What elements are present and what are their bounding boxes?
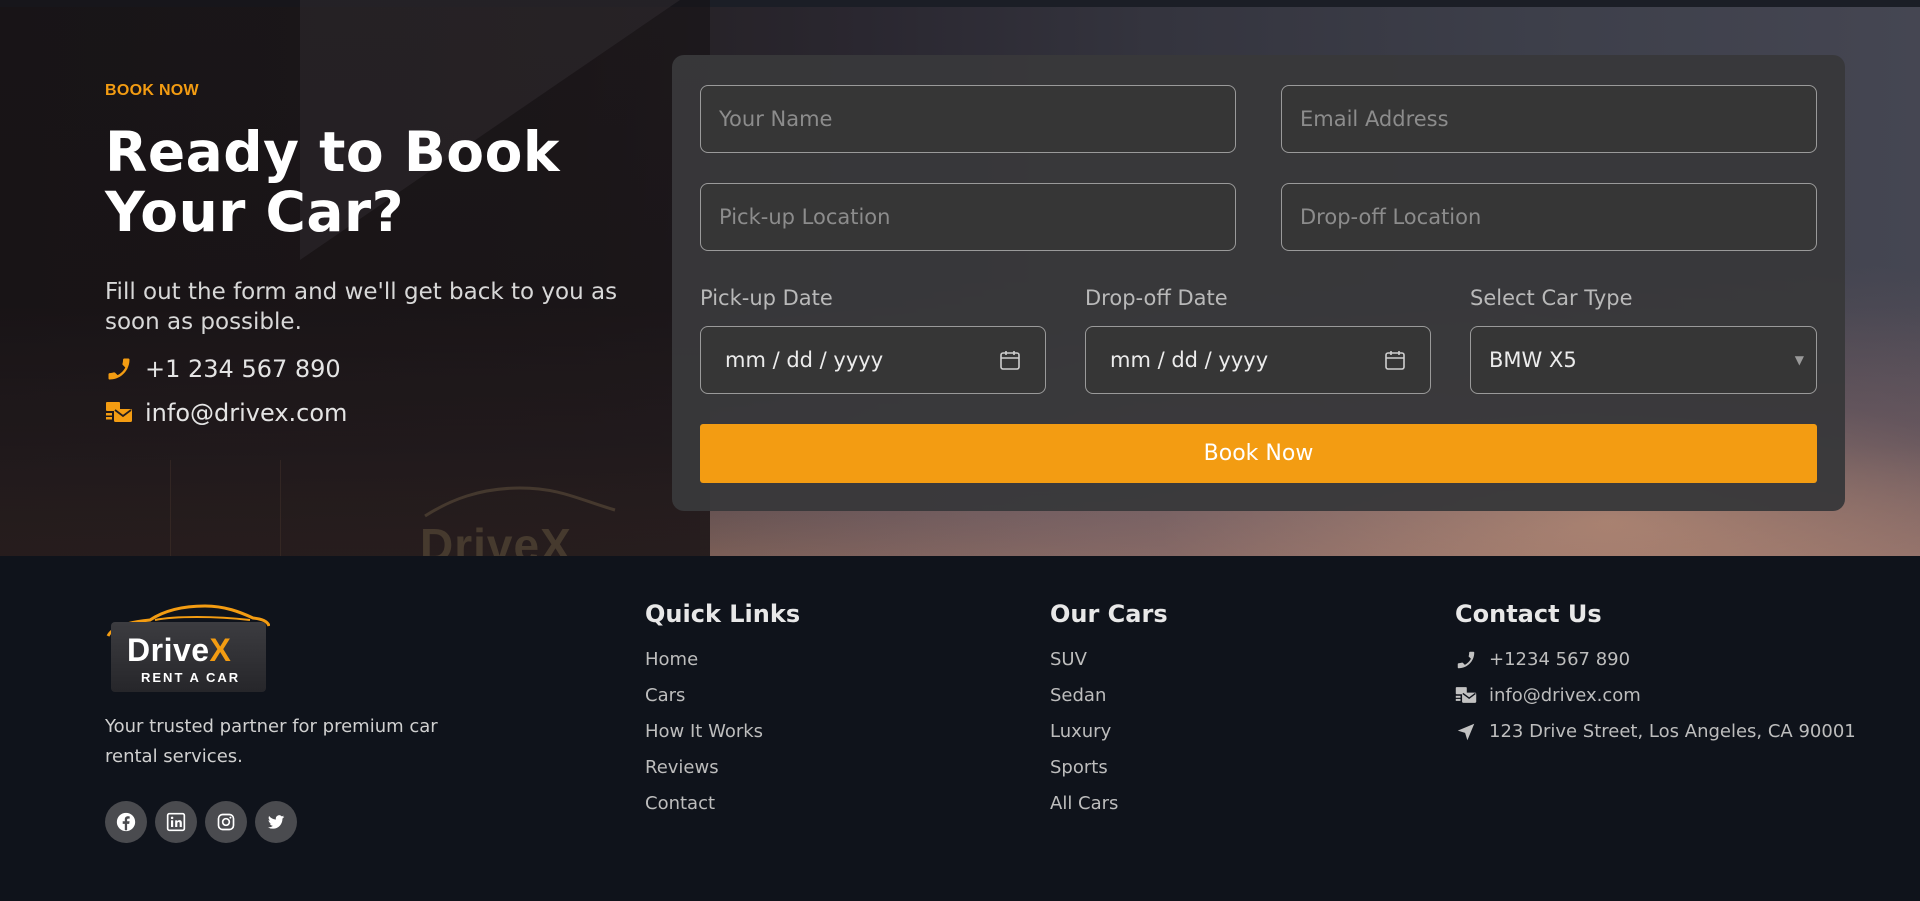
- booking-intro: BOOK NOW Ready to Book Your Car? Fill ou…: [105, 82, 645, 427]
- logo-wordmark: DriveX: [127, 632, 231, 669]
- footer-link-how-it-works[interactable]: How It Works: [645, 714, 800, 750]
- contact-heading: Contact Us: [1455, 600, 1602, 628]
- pickup-date-input[interactable]: mm / dd / yyyy: [700, 326, 1046, 394]
- window-frame: [170, 460, 250, 556]
- footer-link-reviews[interactable]: Reviews: [645, 750, 800, 786]
- section-eyebrow: BOOK NOW: [105, 82, 199, 99]
- footer-phone-text: +1234 567 890: [1489, 649, 1631, 670]
- dropoff-location-input[interactable]: [1300, 205, 1798, 229]
- instagram-icon[interactable]: [205, 801, 247, 843]
- car-outline-icon: [424, 486, 616, 518]
- car-type-select[interactable]: BMW X5 ▼: [1470, 326, 1817, 394]
- pickup-location-input[interactable]: [719, 205, 1217, 229]
- email-field[interactable]: [1281, 85, 1817, 153]
- title-line-2: Your Car?: [105, 180, 404, 244]
- footer-phone[interactable]: +1234 567 890: [1455, 642, 1856, 678]
- background-logo-watermark: DriveX: [420, 480, 620, 556]
- car-type-label: Select Car Type: [1470, 286, 1633, 310]
- our-cars-heading: Our Cars: [1050, 600, 1168, 628]
- facebook-icon[interactable]: [105, 801, 147, 843]
- footer-about-text: Your trusted partner for premium car ren…: [105, 716, 438, 767]
- hero-email[interactable]: info@drivex.com: [105, 399, 645, 427]
- phone-icon: [105, 355, 133, 383]
- footer-link-contact[interactable]: Contact: [645, 786, 800, 822]
- our-cars-column: Our Cars SUV Sedan Luxury Sports All Car…: [1050, 600, 1168, 822]
- footer-address: 123 Drive Street, Los Angeles, CA 90001: [1455, 714, 1856, 750]
- calendar-icon[interactable]: [1384, 349, 1406, 371]
- dropoff-date-input[interactable]: mm / dd / yyyy: [1085, 326, 1431, 394]
- hero-phone[interactable]: +1 234 567 890: [105, 355, 645, 383]
- footer-link-suv[interactable]: SUV: [1050, 642, 1168, 678]
- footer-email-text: info@drivex.com: [1489, 685, 1641, 706]
- pickup-date-value: mm / dd / yyyy: [725, 348, 884, 372]
- location-arrow-icon: [1455, 721, 1477, 743]
- quick-links-heading: Quick Links: [645, 600, 801, 628]
- name-input[interactable]: [719, 107, 1217, 131]
- dropoff-date-label: Drop-off Date: [1085, 286, 1228, 310]
- dropoff-location-field[interactable]: [1281, 183, 1817, 251]
- book-now-button[interactable]: Book Now: [700, 424, 1817, 483]
- dropoff-date-value: mm / dd / yyyy: [1110, 348, 1269, 372]
- footer-link-all-cars[interactable]: All Cars: [1050, 786, 1168, 822]
- pickup-location-field[interactable]: [700, 183, 1236, 251]
- brand-logo[interactable]: DriveX RENT A CAR: [105, 602, 270, 694]
- footer-link-luxury[interactable]: Luxury: [1050, 714, 1168, 750]
- logo-tagline: RENT A CAR: [141, 670, 241, 685]
- footer-link-sports[interactable]: Sports: [1050, 750, 1168, 786]
- page-title: Ready to Book Your Car?: [105, 122, 645, 242]
- name-field[interactable]: [700, 85, 1236, 153]
- booking-subtitle: Fill out the form and we'll get back to …: [105, 279, 618, 335]
- calendar-icon[interactable]: [999, 349, 1021, 371]
- window-frame: [280, 460, 360, 556]
- quick-links-column: Quick Links Home Cars How It Works Revie…: [645, 600, 800, 822]
- chevron-down-icon: ▼: [1794, 353, 1804, 367]
- social-links: [105, 801, 297, 843]
- footer-link-cars[interactable]: Cars: [645, 678, 800, 714]
- site-footer: DriveX RENT A CAR Your trusted partner f…: [0, 556, 1920, 901]
- footer-email[interactable]: info@drivex.com: [1455, 678, 1856, 714]
- phone-icon: [1455, 649, 1477, 671]
- footer-link-sedan[interactable]: Sedan: [1050, 678, 1168, 714]
- title-line-1: Ready to Book: [105, 120, 560, 184]
- mail-bulk-icon: [105, 399, 133, 427]
- footer-address-text: 123 Drive Street, Los Angeles, CA 90001: [1489, 721, 1856, 742]
- logo-word-accent: X: [209, 632, 232, 668]
- watermark-text: DriveX: [420, 519, 572, 556]
- hero-phone-text: +1 234 567 890: [145, 355, 341, 383]
- booking-form: Pick-up Date Drop-off Date Select Car Ty…: [672, 55, 1845, 511]
- booking-section: DriveX BOOK NOW Ready to Book Your Car? …: [0, 0, 1920, 556]
- hero-email-text: info@drivex.com: [145, 399, 348, 427]
- logo-word-main: Drive: [127, 632, 210, 668]
- pickup-date-label: Pick-up Date: [700, 286, 833, 310]
- contact-column: Contact Us +1234 567 890 info@drivex.com…: [1455, 600, 1856, 750]
- footer-link-home[interactable]: Home: [645, 642, 800, 678]
- car-type-value: BMW X5: [1489, 348, 1577, 372]
- linkedin-icon[interactable]: [155, 801, 197, 843]
- twitter-icon[interactable]: [255, 801, 297, 843]
- mail-bulk-icon: [1455, 685, 1477, 707]
- email-input[interactable]: [1300, 107, 1798, 131]
